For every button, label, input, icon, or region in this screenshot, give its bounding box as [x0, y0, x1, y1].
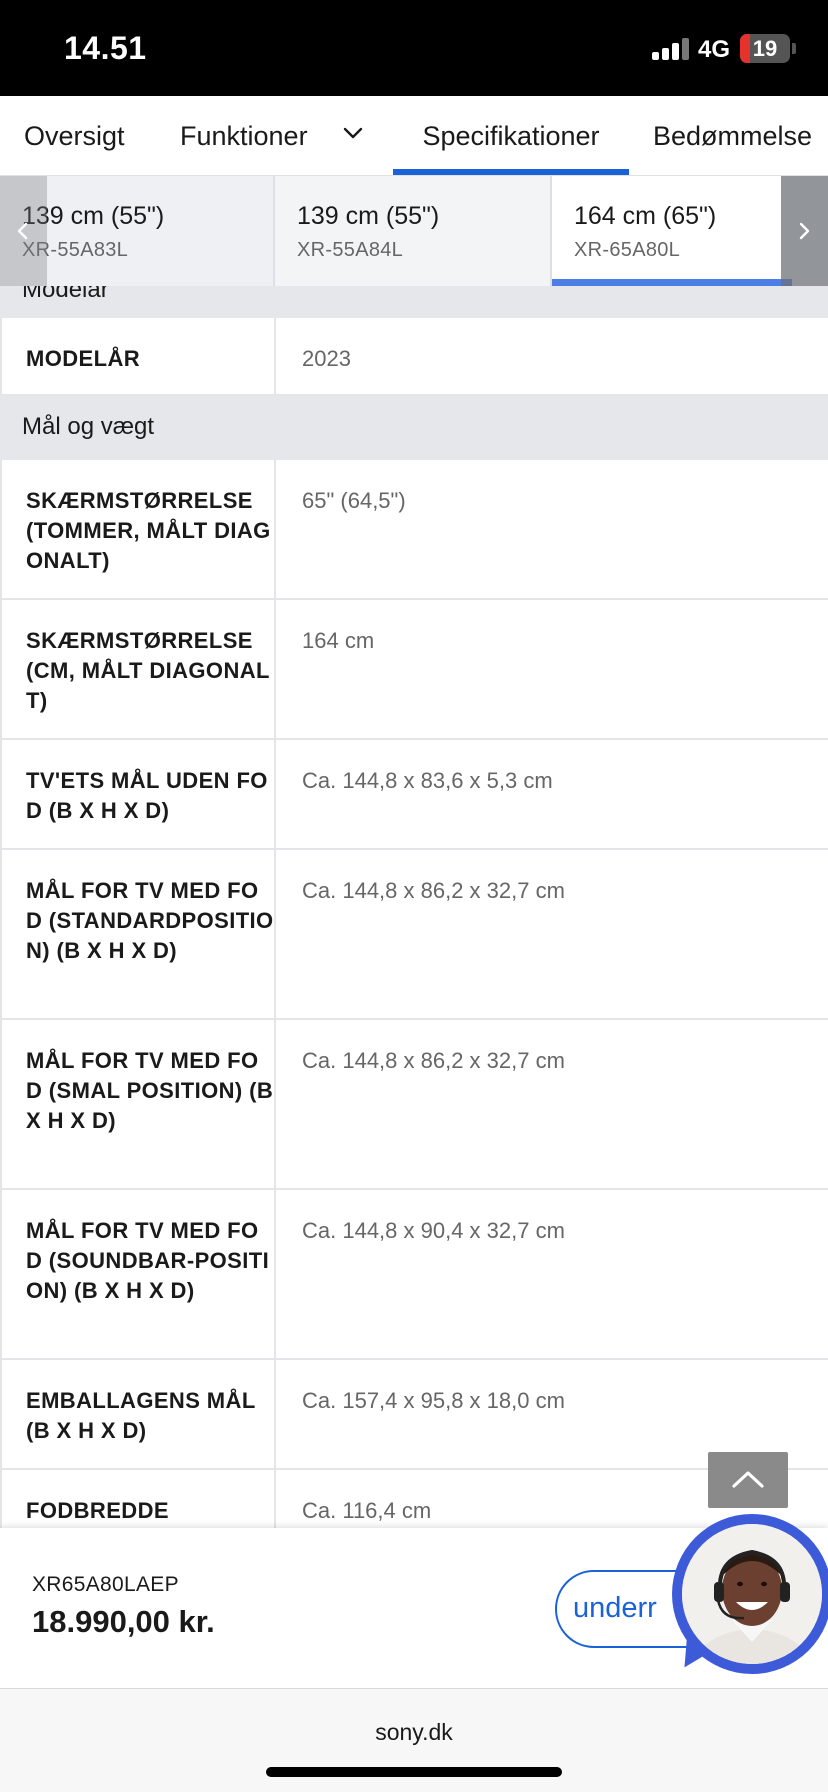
battery-percentage: 19 [752, 36, 778, 61]
status-time: 14.51 [64, 30, 147, 66]
spec-label: SKÆRMSTØRRELSE (TOMMER, MÅLT DIAGONALT) [0, 460, 276, 598]
spec-row: MÅL FOR TV MED FOD (SMAL POSITION) (B X … [0, 1020, 828, 1190]
spec-row: TV'ETS MÅL UDEN FOD (B X H X D) Ca. 144,… [0, 740, 828, 850]
chevron-right-icon [799, 222, 810, 240]
section-tabs: Oversigt Funktioner Specifikationer Bedø… [0, 96, 828, 176]
tab-specifications-label: Specifikationer [422, 121, 600, 151]
battery-tip [792, 43, 796, 54]
scroll-to-top-button[interactable] [708, 1452, 788, 1508]
spec-value: 2023 [302, 346, 351, 371]
browser-address-bar[interactable]: sony.dk [0, 1688, 828, 1792]
spec-value: 65" (64,5") [302, 488, 406, 513]
spec-label: MÅL FOR TV MED FOD (STANDARDPOSITION) (B… [0, 850, 276, 1018]
chat-agent-avatar [682, 1524, 822, 1664]
selected-model-indicator [552, 279, 792, 286]
spec-label: SKÆRMSTØRRELSE (CM, MÅLT DIAGONALT) [0, 600, 276, 738]
section-title: Modelår [22, 286, 109, 303]
chat-agent-button[interactable] [670, 1514, 828, 1679]
support-agent-icon [682, 1524, 822, 1664]
section-header-dimensions: Mål og vægt [0, 396, 828, 460]
carousel-prev-button[interactable] [0, 176, 47, 286]
carousel-next-button[interactable] [781, 176, 828, 286]
section-title: Mål og vægt [22, 413, 155, 440]
tab-specifications[interactable]: Specifikationer [393, 96, 629, 175]
model-size: 139 cm (55") [297, 202, 440, 230]
spec-table: MODELÅR 2023 Mål og vægt SKÆRMSTØRRELSE … [0, 318, 828, 1580]
notify-button-label: underr [573, 1592, 657, 1624]
spec-row: MODELÅR 2023 [0, 318, 828, 396]
model-code: XR-55A84L [297, 239, 404, 261]
spec-row: MÅL FOR TV MED FOD (STANDARDPOSITION) (B… [0, 850, 828, 1020]
status-bar: 14.51 4G 19 [0, 0, 828, 96]
spec-value: Ca. 144,8 x 90,4 x 32,7 cm [302, 1218, 565, 1243]
chevron-down-icon[interactable] [342, 122, 364, 144]
tab-functions[interactable]: Funktioner [180, 96, 308, 175]
spec-label: MÅL FOR TV MED FOD (SMAL POSITION) (B X … [0, 1020, 276, 1188]
tab-overview[interactable]: Oversigt [24, 96, 125, 175]
product-price: 18.990,00 kr. [32, 1604, 215, 1639]
tab-reviews[interactable]: Bedømmelse [653, 96, 812, 175]
model-size: 139 cm (55") [22, 202, 165, 230]
spec-label: TV'ETS MÅL UDEN FOD (B X H X D) [0, 740, 276, 848]
spec-value: Ca. 144,8 x 86,2 x 32,7 cm [302, 1048, 565, 1073]
section-header-model-year: Modelår [0, 286, 828, 318]
spec-label: EMBALLAGENS MÅL (B X H X D) [0, 1360, 276, 1468]
spec-label: MÅL FOR TV MED FOD (SOUNDBAR-POSITION) (… [0, 1190, 276, 1358]
spec-value: 164 cm [302, 628, 375, 653]
url-text[interactable]: sony.dk [0, 1719, 828, 1746]
product-sku: XR65A80LAEP [32, 1573, 179, 1596]
spec-value: Ca. 144,8 x 83,6 x 5,3 cm [302, 768, 553, 793]
model-card[interactable]: 139 cm (55") XR-55A84L [275, 176, 552, 286]
home-indicator[interactable] [266, 1767, 562, 1777]
cellular-signal-icon [652, 38, 690, 60]
network-type: 4G [698, 36, 731, 63]
spec-value: Ca. 157,4 x 95,8 x 18,0 cm [302, 1388, 565, 1413]
spec-row: MÅL FOR TV MED FOD (SOUNDBAR-POSITION) (… [0, 1190, 828, 1360]
spec-row: SKÆRMSTØRRELSE (TOMMER, MÅLT DIAGONALT) … [0, 460, 828, 600]
chevron-up-icon [732, 1471, 764, 1488]
spec-value: Ca. 144,8 x 86,2 x 32,7 cm [302, 878, 565, 903]
spec-row: EMBALLAGENS MÅL (B X H X D) Ca. 157,4 x … [0, 1360, 828, 1470]
spec-label: MODELÅR [0, 318, 276, 394]
model-carousel: 139 cm (55") XR-55A83L 139 cm (55") XR-5… [0, 176, 828, 286]
battery-icon: 19 [740, 34, 790, 63]
chevron-left-icon [17, 222, 28, 240]
active-tab-indicator [393, 169, 629, 175]
spec-row: SKÆRMSTØRRELSE (CM, MÅLT DIAGONALT) 164 … [0, 600, 828, 740]
model-code: XR-55A83L [22, 239, 129, 261]
